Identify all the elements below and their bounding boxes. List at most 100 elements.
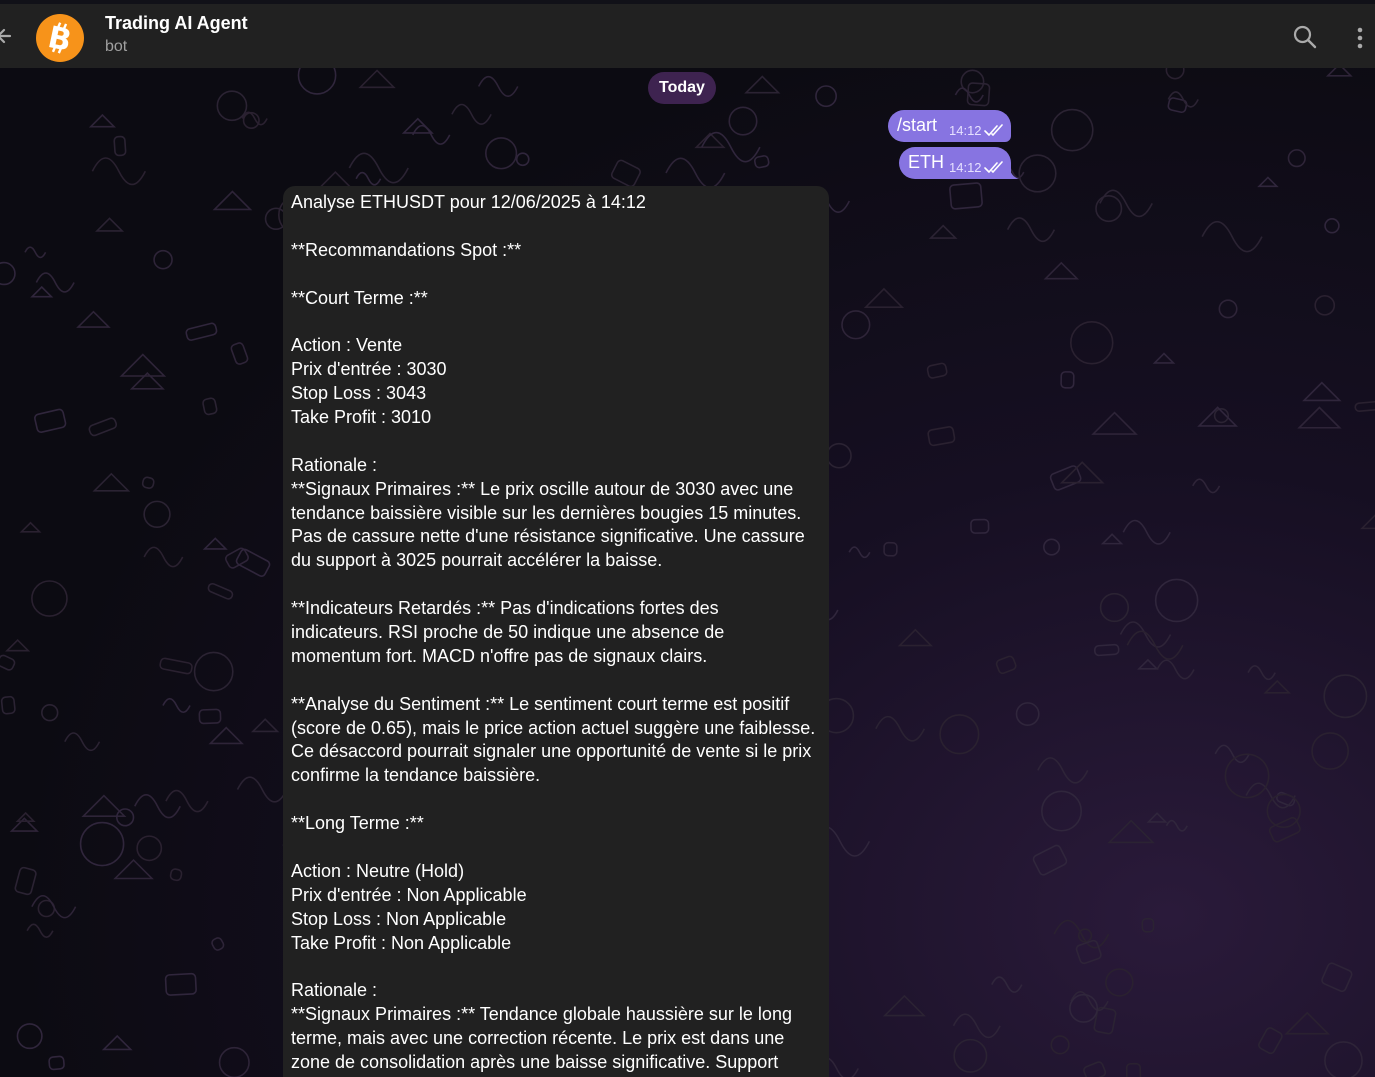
wallpaper-doodle xyxy=(1311,732,1349,770)
message-line xyxy=(291,263,821,287)
wallpaper-doodle xyxy=(1050,108,1094,152)
message-line: **Recommandations Spot :** xyxy=(291,239,522,260)
message-line: Take Profit : Non Applicable xyxy=(291,932,512,953)
message-line: tendance baissière visible sur les derni… xyxy=(291,502,802,523)
message-line: Stop Loss : 3043 xyxy=(291,383,427,404)
wallpaper-doodle xyxy=(212,190,253,211)
wallpaper-doodle xyxy=(202,537,228,550)
wallpaper-doodle xyxy=(970,518,990,534)
wallpaper-doodle xyxy=(193,651,234,692)
wallpaper-doodle xyxy=(91,157,147,186)
wallpaper-doodle xyxy=(19,521,42,533)
wallpaper-doodle xyxy=(169,868,183,882)
message-text: ETH xyxy=(908,152,944,172)
wallpaper-doodle xyxy=(1091,411,1138,435)
wallpaper-doodle xyxy=(966,82,991,107)
wallpaper-doodle xyxy=(1302,381,1342,402)
wallpaper-doodle xyxy=(1032,844,1068,876)
wallpaper-doodle xyxy=(1287,149,1306,168)
wallpaper-doodle xyxy=(728,106,758,136)
wallpaper-doodle xyxy=(1156,659,1195,680)
wallpaper-doodle xyxy=(16,1023,43,1050)
message-time: 14:12 xyxy=(949,123,982,138)
message-line xyxy=(291,215,821,239)
message-line: momentum fort. MACD n'offre pas de signa… xyxy=(291,645,708,666)
message-line xyxy=(291,836,821,860)
wallpaper-doodle xyxy=(355,171,382,186)
wallpaper-doodle xyxy=(485,137,518,170)
search-icon xyxy=(1293,25,1317,49)
wallpaper-doodle xyxy=(928,224,958,239)
outgoing-message[interactable]: /start 14:12 xyxy=(888,110,1011,142)
chat-subtitle: bot xyxy=(105,38,128,55)
message-line: Take Profit : 3010 xyxy=(291,407,432,428)
back-button[interactable] xyxy=(0,24,18,48)
wallpaper-doodle xyxy=(141,476,155,489)
wallpaper-doodle xyxy=(88,113,117,128)
double-check-icon xyxy=(984,124,1003,136)
wallpaper-doodle xyxy=(401,117,434,134)
wallpaper-doodle xyxy=(1323,674,1368,719)
wallpaper-doodle xyxy=(841,310,871,340)
wallpaper-doodle xyxy=(1167,97,1188,114)
message-line xyxy=(291,788,821,812)
wallpaper-doodle xyxy=(159,657,193,675)
wallpaper-doodle xyxy=(101,1034,133,1051)
wallpaper-doodle xyxy=(95,217,125,232)
wallpaper-doodle xyxy=(14,866,37,896)
outgoing-message[interactable]: ETH 14:12 xyxy=(899,147,1019,179)
wallpaper-doodle xyxy=(665,157,726,189)
wallpaper-doodle xyxy=(1018,154,1057,193)
chat-title[interactable]: Trading AI Agent xyxy=(105,13,248,34)
avatar[interactable]: B xyxy=(36,14,84,62)
message-line xyxy=(291,956,821,980)
message-line: Analyse ETHUSDT pour 12/06/2025 à 14:12 xyxy=(291,192,646,212)
message-line: confirme la tendance baissière. xyxy=(291,765,541,786)
wallpaper-doodle xyxy=(202,397,218,416)
wallpaper-doodle xyxy=(610,159,641,188)
wallpaper-doodle xyxy=(1137,658,1159,670)
message-line xyxy=(291,430,821,454)
wallpaper-doodle xyxy=(1105,968,1134,997)
wallpaper-doodle xyxy=(1050,1035,1070,1055)
incoming-message[interactable]: Analyse ETHUSDT pour 12/06/2025 à 14:12 *… xyxy=(283,186,829,1077)
message-line xyxy=(291,669,821,693)
wallpaper-doodle xyxy=(1083,1061,1107,1077)
message-line xyxy=(291,310,821,334)
wallpaper-doodle xyxy=(1354,400,1375,412)
wallpaper-doodle xyxy=(1263,679,1292,694)
telegram-chat-window: B Trading AI Agent bot Today /start 14:1… xyxy=(0,0,1375,1077)
message-line: Action : Vente xyxy=(291,335,403,356)
wallpaper-doodle xyxy=(113,858,154,880)
message-line: **Signaux Primaires :** Le prix oscille … xyxy=(291,478,794,499)
message-line: Pas de cassure nette d'une résistance si… xyxy=(291,526,805,547)
wallpaper-doodle xyxy=(136,835,163,862)
wallpaper-doodle xyxy=(753,155,770,169)
more-options-button[interactable] xyxy=(1350,24,1370,52)
wallpaper-doodle xyxy=(185,322,218,341)
wallpaper-doodle xyxy=(358,69,396,89)
message-line: indicateurs. RSI proche de 50 indique un… xyxy=(291,622,725,643)
wallpaper-doodle xyxy=(1257,176,1279,188)
message-line: **Indicateurs Retardés :** Pas d'indicat… xyxy=(291,598,719,619)
wallpaper-doodle xyxy=(949,182,983,210)
wallpaper-doodle xyxy=(1324,218,1340,234)
wallpaper-doodle xyxy=(1122,519,1171,545)
wallpaper-doodle xyxy=(1146,812,1168,823)
bubble-tail xyxy=(1009,165,1019,179)
search-button[interactable] xyxy=(1292,24,1318,50)
wallpaper-doodle xyxy=(1070,321,1114,365)
wallpaper-doodle xyxy=(1060,371,1075,389)
wallpaper-doodle xyxy=(1321,962,1353,993)
wallpaper-doodle xyxy=(76,310,111,328)
message-text: /start xyxy=(897,115,938,135)
bitcoin-icon: B xyxy=(45,21,75,55)
wallpaper-doodle xyxy=(1053,919,1110,949)
wallpaper-doodle xyxy=(848,546,871,559)
wallpaper-doodle xyxy=(218,1046,250,1077)
wallpaper-doodle xyxy=(1247,665,1276,681)
wallpaper-doodle xyxy=(5,638,31,652)
wallpaper-doodle xyxy=(744,75,781,94)
wallpaper-doodle xyxy=(995,655,1017,675)
wallpaper-doodle xyxy=(1041,790,1083,832)
